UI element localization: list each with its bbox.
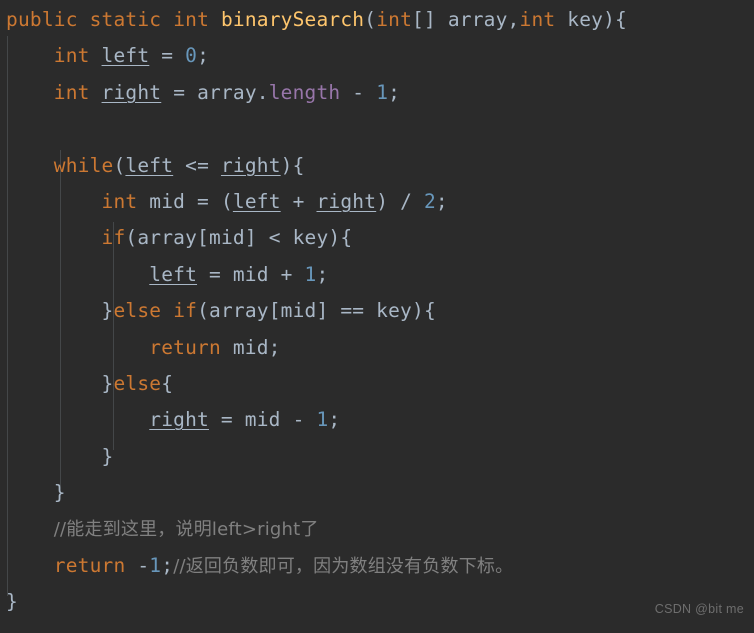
token-number: 0 (185, 44, 198, 68)
token-local: right (220, 153, 281, 177)
token-number: 1 (376, 80, 389, 104)
code-editor[interactable]: public static int binarySearch(int[] arr… (0, 0, 754, 633)
token-keyword: int (53, 44, 90, 68)
token-local: left (125, 153, 174, 177)
code-line[interactable]: int mid = (left + right) / 2; (0, 184, 754, 220)
token-keyword: if (173, 299, 198, 323)
token-keyword: return (149, 335, 221, 359)
token-keyword: while (53, 153, 114, 177)
token-ident: <= (173, 153, 221, 177)
token-punct (6, 554, 54, 577)
token-punct (161, 299, 173, 322)
token-keyword: public (6, 8, 78, 31)
token-ident: [] array, (412, 8, 520, 31)
token-keyword: if (101, 226, 126, 250)
token-ident: = mid + (197, 262, 305, 286)
code-line[interactable]: int right = array.length - 1; (0, 75, 754, 111)
token-ident: ; (388, 80, 401, 104)
token-ident: ) / (376, 189, 424, 213)
token-ident: { (161, 371, 174, 395)
token-ident: ; (328, 408, 341, 432)
token-local: left (232, 189, 281, 213)
code-line[interactable]: }else{ (0, 366, 754, 402)
watermark-label: CSDN @bit me (654, 601, 744, 616)
token-keyword: int (376, 8, 413, 31)
code-line[interactable]: right = mid - 1; (0, 402, 754, 438)
token-ident: ( (113, 153, 126, 177)
token-punct (209, 8, 221, 31)
token-comment: //能走到这里，说明left>right了 (53, 519, 319, 541)
token-number: 1 (304, 262, 317, 286)
token-punct (161, 8, 173, 31)
code-line[interactable]: } (0, 584, 754, 620)
code-line[interactable]: if(array[mid] < key){ (0, 220, 754, 256)
token-ident: ; (197, 44, 210, 68)
token-local: right (149, 408, 209, 432)
token-punct: ( (364, 8, 377, 31)
token-keyword: int (101, 189, 138, 213)
token-punct (6, 81, 54, 104)
token-ident: } (6, 481, 66, 505)
token-punct (6, 408, 149, 431)
token-punct (6, 263, 149, 286)
token-punct (6, 226, 102, 249)
token-keyword: int (53, 80, 90, 104)
token-ident: = mid - (208, 408, 317, 432)
token-ident: ; (161, 553, 174, 577)
token-ident: } (6, 299, 114, 323)
code-line[interactable]: public static int binarySearch(int[] arr… (0, 2, 754, 38)
token-punct (6, 517, 54, 540)
token-ident: mid = ( (137, 189, 233, 213)
token-ident: ){ (280, 153, 305, 177)
code-line[interactable]: return -1;//返回负数即可，因为数组没有负数下标。 (0, 548, 754, 584)
token-punct (6, 190, 102, 213)
code-line[interactable]: return mid; (0, 330, 754, 366)
code-line[interactable]: int left = 0; (0, 38, 754, 74)
token-punct (90, 44, 102, 67)
token-method: binarySearch (220, 8, 365, 31)
token-ident: ; (316, 262, 329, 286)
token-ident: - (125, 553, 150, 577)
code-line[interactable]: left = mid + 1; (0, 257, 754, 293)
token-ident: (array[mid] < key){ (125, 226, 353, 250)
token-punct (78, 8, 90, 31)
token-comment: //返回负数即可，因为数组没有负数下标。 (173, 555, 514, 577)
token-ident: } (6, 590, 18, 614)
token-ident: key){ (555, 8, 627, 31)
token-local: left (149, 262, 198, 286)
token-ident: } (6, 371, 114, 395)
token-keyword: else (113, 371, 162, 395)
token-punct (6, 154, 54, 177)
token-ident: ; (435, 189, 448, 213)
token-ident: } (6, 444, 114, 468)
token-local: right (316, 189, 377, 213)
token-ident: = (149, 44, 186, 68)
code-line[interactable]: //能走到这里，说明left>right了 (0, 511, 754, 547)
token-field: length (268, 80, 341, 104)
token-number: 1 (316, 408, 329, 432)
token-local: right (101, 80, 162, 104)
token-ident: = array. (161, 80, 269, 104)
token-ident: + (280, 189, 317, 213)
token-keyword: int (173, 8, 210, 31)
code-surface[interactable]: public static int binarySearch(int[] arr… (0, 0, 754, 633)
token-keyword: else (113, 299, 162, 323)
token-ident: mid; (220, 335, 281, 359)
code-line[interactable] (0, 111, 754, 147)
token-ident: (array[mid] == key){ (197, 299, 436, 323)
token-punct (6, 44, 54, 67)
token-ident: - (340, 80, 377, 104)
token-keyword: static (89, 8, 162, 31)
token-punct (90, 81, 102, 104)
token-keyword: return (53, 553, 126, 577)
token-number: 1 (149, 553, 162, 577)
code-line[interactable]: while(left <= right){ (0, 148, 754, 184)
token-punct (6, 336, 149, 359)
token-number: 2 (423, 189, 436, 213)
token-keyword: int (519, 8, 556, 31)
code-line[interactable]: }else if(array[mid] == key){ (0, 293, 754, 329)
token-local: left (101, 44, 150, 68)
code-line[interactable]: } (0, 439, 754, 475)
code-line[interactable]: } (0, 475, 754, 511)
